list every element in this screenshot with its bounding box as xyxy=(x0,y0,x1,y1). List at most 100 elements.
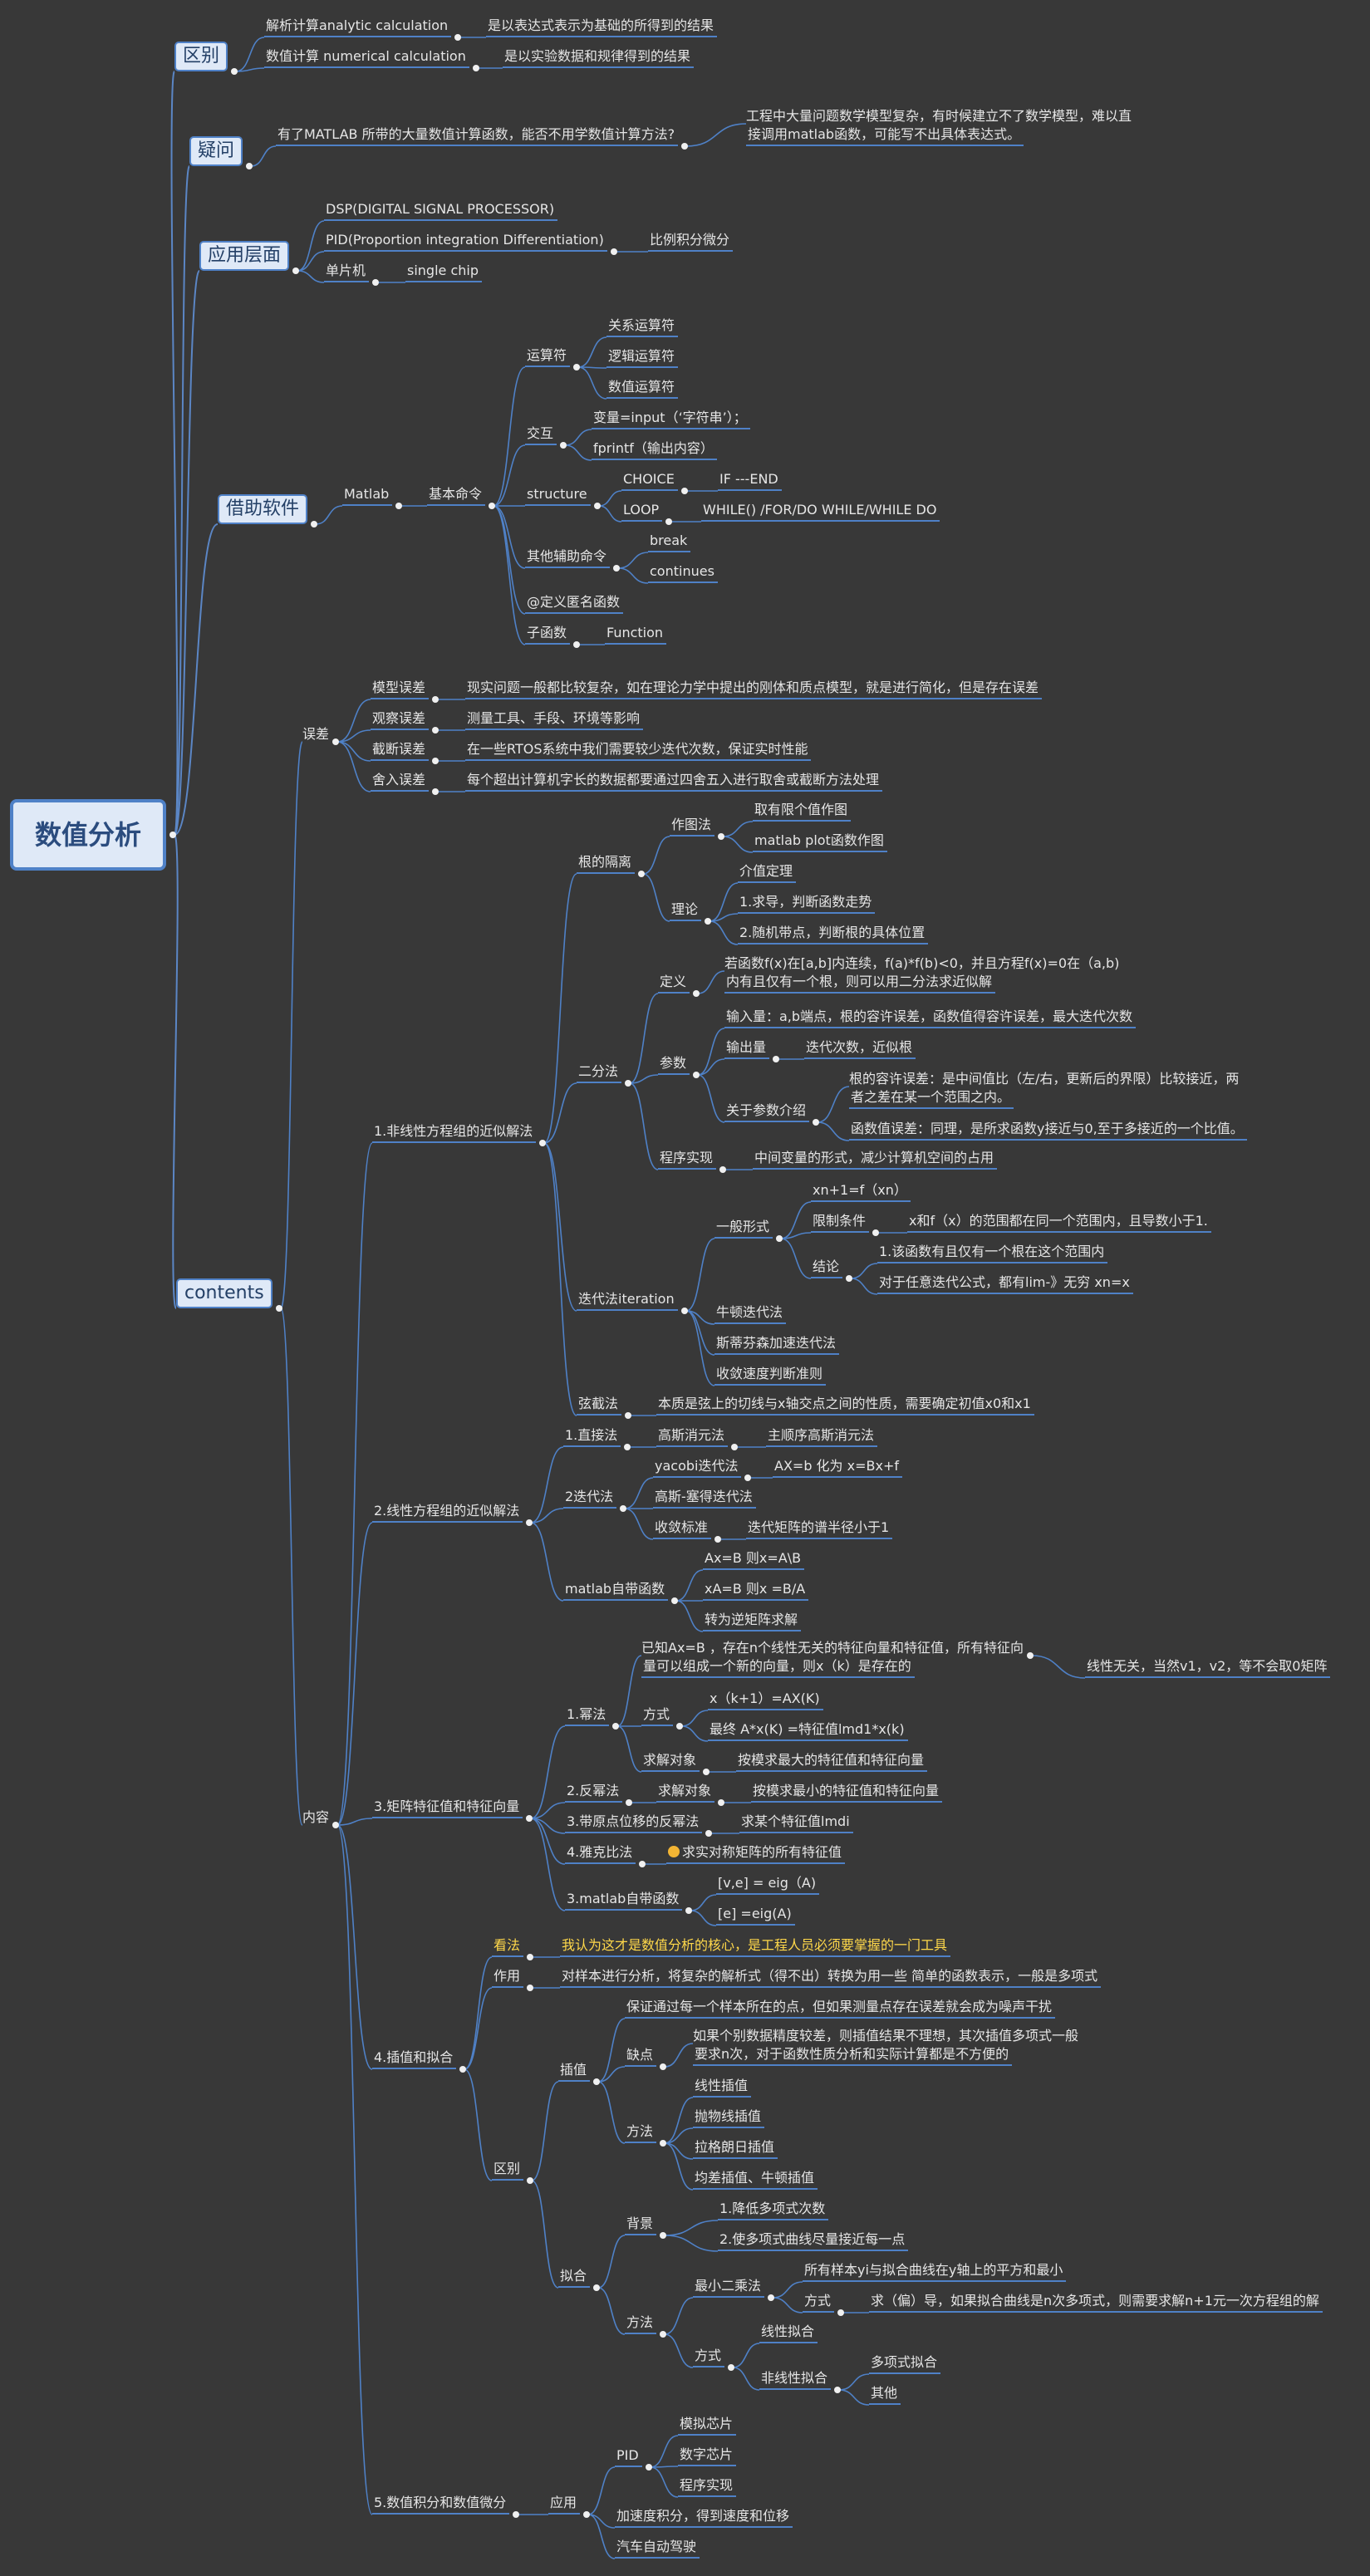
collapse-dot-choice[interactable] xyxy=(681,488,688,494)
iterative-method[interactable]: 2迭代法 xyxy=(563,1489,617,1509)
collapse-dot-output-quantity[interactable] xyxy=(773,1056,779,1062)
collapse-dot-jacobi-iteration[interactable] xyxy=(744,1474,751,1481)
collapse-dot-pid[interactable] xyxy=(611,248,617,255)
known-line-1[interactable]: 已知Ax=B ，存在n个线性无关的特征向量和特征值，所有特征向 xyxy=(641,1640,1024,1656)
collapse-dot-fitting[interactable] xyxy=(593,2284,600,2291)
collapse-dot-observe-error[interactable] xyxy=(432,727,439,734)
collapse-dot-error-group[interactable] xyxy=(332,738,339,745)
collapse-dot-interpolation-fitting[interactable] xyxy=(459,2066,466,2073)
linear-fit[interactable]: 线性拟合 xyxy=(759,2323,818,2344)
collapse-dot-branch-contents[interactable] xyxy=(276,1305,282,1312)
bisection[interactable]: 二分法 xyxy=(577,1063,622,1084)
matlab-eig[interactable]: 3.matlab自带函数 xyxy=(565,1891,683,1911)
theory-a[interactable]: 介值定理 xyxy=(738,863,797,884)
program-impl[interactable]: 程序实现 xyxy=(678,2477,737,2498)
implementation[interactable]: 程序实现 xyxy=(658,1150,717,1170)
interact[interactable]: 交互 xyxy=(525,425,557,446)
collapse-dot-truncate-error[interactable] xyxy=(432,758,439,764)
jacobi-eigen[interactable]: 4.雅克比法 xyxy=(565,1844,636,1865)
difference[interactable]: 区别 xyxy=(492,2161,524,2181)
collapse-dot-applications[interactable] xyxy=(583,2511,590,2518)
interpolation[interactable]: 插值 xyxy=(558,2062,591,2083)
tolerance-line-1[interactable]: 根的容许误差：是中间值比（左/右，更新后的界限）比较接近，两 xyxy=(849,1071,1239,1087)
collapse-dot-interp-methods[interactable] xyxy=(660,2140,666,2147)
collapse-dot-plot-method[interactable] xyxy=(718,833,724,840)
model-error-desc[interactable]: 现实问题一般都比较复杂，如在理论力学中提出的刚体和质点模型，就是进行简化，但是存… xyxy=(465,680,1043,700)
view-desc[interactable]: 我认为这才是数值分析的核心，是工程人员必须要掌握的一门工具 xyxy=(560,1937,951,1958)
tolerance-line-2[interactable]: 者之差在某一个范围之内。 xyxy=(849,1089,1014,1110)
while-loop[interactable]: WHILE() /FOR/DO WHILE/WHILE DO xyxy=(701,502,940,523)
collapse-dot-loop[interactable] xyxy=(665,518,672,525)
plot-b[interactable]: matlab plot函数作图 xyxy=(753,832,887,853)
collapse-dot-mcu[interactable] xyxy=(372,279,379,286)
plot-method[interactable]: 作图法 xyxy=(670,817,715,837)
collapse-dot-integration-differentiation[interactable] xyxy=(513,2511,519,2518)
collapse-dot-least-squares-way[interactable] xyxy=(837,2309,844,2316)
question[interactable]: 有了MATLAB 所带的大量数值计算函数，能否不用学数值计算方法? xyxy=(276,126,679,147)
gauss-pivot[interactable]: 主顺序高斯消元法 xyxy=(766,1427,878,1448)
collapse-dot-analytic-calculation[interactable] xyxy=(454,34,461,41)
loop[interactable]: LOOP xyxy=(621,502,663,523)
aux-command[interactable]: 其他辅助命令 xyxy=(525,548,611,569)
param-intro[interactable]: 关于参数介绍 xyxy=(724,1102,810,1123)
collapse-dot-usage[interactable] xyxy=(527,1985,533,1991)
matlab[interactable]: Matlab xyxy=(342,486,393,507)
parabola-interp[interactable]: 抛物线插值 xyxy=(693,2108,765,2129)
general-form[interactable]: 一般形式 xyxy=(714,1219,773,1239)
answer-line-1[interactable]: 工程中大量问题数学模型复杂，有时候建立不了数学模型，难以直 xyxy=(746,108,1132,124)
collapse-dot-view[interactable] xyxy=(527,1954,533,1960)
subfunction[interactable]: 子函数 xyxy=(525,625,571,645)
dsp[interactable]: DSP(DIGITAL SIGNAL PROCESSOR) xyxy=(324,201,558,222)
jacobi-iteration[interactable]: yacobi迭代法 xyxy=(653,1458,742,1479)
iteration-formula[interactable]: xn+1=f（xn） xyxy=(811,1182,911,1203)
iteration-method[interactable]: 迭代法iteration xyxy=(577,1291,678,1312)
conclusion[interactable]: 结论 xyxy=(811,1259,843,1279)
parameters[interactable]: 参数 xyxy=(658,1055,690,1076)
convergence-criteria[interactable]: 收敛速度判断准则 xyxy=(714,1366,827,1386)
linear-interp[interactable]: 线性插值 xyxy=(693,2078,752,2098)
break[interactable]: break xyxy=(648,532,691,553)
collapse-dot-subfunction[interactable] xyxy=(573,641,580,648)
collapse-dot-operators[interactable] xyxy=(573,364,580,370)
linear-equations[interactable]: 2.线性方程组的近似解法 xyxy=(372,1503,523,1524)
mcu-en[interactable]: single chip xyxy=(405,263,482,283)
pid-cn[interactable]: 比例积分微分 xyxy=(648,232,734,253)
linear-independent[interactable]: 线性无关，当然v1，v2，等不会取0矩阵 xyxy=(1085,1658,1331,1679)
other-fit[interactable]: 其他 xyxy=(869,2385,901,2406)
polynomial-fit[interactable]: 多项式拟合 xyxy=(869,2354,941,2375)
collapse-dot-inverse-power[interactable] xyxy=(626,1799,632,1806)
collapse-dot-theory[interactable] xyxy=(705,918,711,925)
power-step-a[interactable]: x（k+1）=AX(K) xyxy=(708,1690,823,1711)
round-error[interactable]: 舍入误差 xyxy=(371,772,430,792)
anonymous-func[interactable]: @定义匿名函数 xyxy=(525,594,624,615)
background-b[interactable]: 2.使多项式曲线尽量接近每一点 xyxy=(718,2231,909,2252)
truncate-error[interactable]: 截断误差 xyxy=(371,741,430,762)
collapse-dot-matlab[interactable] xyxy=(395,503,402,509)
collapse-dot-difference[interactable] xyxy=(527,2177,533,2184)
power-method[interactable]: 1.幂法 xyxy=(565,1706,610,1727)
collapse-dot-power-target[interactable] xyxy=(703,1769,710,1775)
collapse-dot-convergence-standard[interactable] xyxy=(714,1536,721,1543)
fit-methods[interactable]: 方法 xyxy=(625,2314,657,2335)
output-desc[interactable]: 迭代次数，近似根 xyxy=(804,1039,916,1060)
usage[interactable]: 作用 xyxy=(492,1968,524,1989)
matlab-builtin[interactable]: matlab自带函数 xyxy=(563,1581,669,1602)
theory[interactable]: 理论 xyxy=(670,901,702,922)
error-group[interactable]: 误差 xyxy=(302,726,329,742)
collapse-dot-secant-method[interactable] xyxy=(625,1412,631,1419)
collapse-dot-power-method[interactable] xyxy=(612,1723,619,1730)
collapse-dot-linear-equations[interactable] xyxy=(526,1519,533,1526)
power-target-desc[interactable]: 按模求最大的特征值和特征向量 xyxy=(736,1752,928,1773)
gauss-seidel[interactable]: 高斯-塞得迭代法 xyxy=(653,1489,756,1509)
pid[interactable]: PID(Proportion integration Differentiati… xyxy=(324,232,607,253)
restriction[interactable]: 限制条件 xyxy=(811,1213,870,1234)
defect-line-1[interactable]: 如果个别数据精度较差，则插值结果不理想，其次插值多项式一般 xyxy=(693,2028,1078,2044)
collapse-dot-numerical-calculation[interactable] xyxy=(473,65,479,71)
nonlinear-equations[interactable]: 1.非线性方程组的近似解法 xyxy=(372,1123,537,1144)
definition-line-1[interactable]: 若函数f(x)在[a,b]内连续，f(a)*f(b)<0，并且方程f(x)=0在… xyxy=(724,955,1119,971)
output-quantity[interactable]: 输出量 xyxy=(724,1039,770,1060)
collapse-dot-nonlinear-fit[interactable] xyxy=(834,2387,841,2393)
eig-vectors[interactable]: [v,e] = eig（A) xyxy=(716,1875,820,1896)
shifted-desc[interactable]: 求某个特征值lmdi xyxy=(739,1813,853,1834)
eigen-problems[interactable]: 3.矩阵特征值和特征向量 xyxy=(372,1798,523,1819)
